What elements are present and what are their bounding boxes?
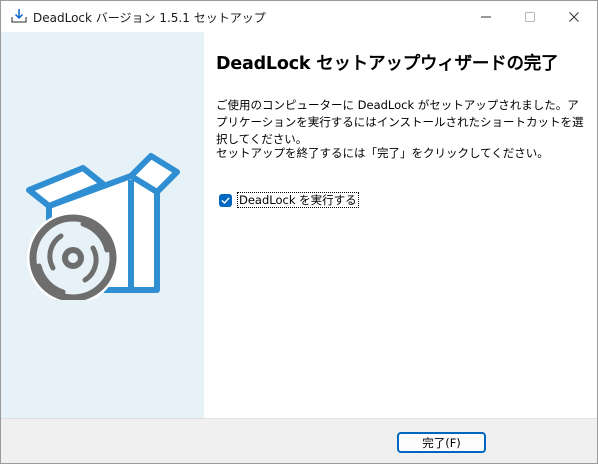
completion-message: ご使用のコンピューターに DeadLock がセットアップされました。アプリケー… bbox=[216, 98, 584, 146]
minimize-icon bbox=[481, 16, 491, 17]
button-bar: 完了(F) bbox=[1, 418, 597, 463]
software-box-disc-icon bbox=[26, 153, 180, 300]
page-title: DeadLock セットアップウィザードの完了 bbox=[216, 54, 559, 74]
finish-button[interactable]: 完了(F) bbox=[397, 432, 486, 453]
wizard-side-panel bbox=[1, 32, 204, 418]
window-title: DeadLock バージョン 1.5.1 セットアップ bbox=[33, 11, 266, 25]
run-app-checkbox[interactable] bbox=[219, 193, 232, 207]
close-button[interactable] bbox=[551, 1, 597, 32]
run-app-label[interactable]: DeadLock を実行する bbox=[237, 192, 359, 208]
maximize-button[interactable] bbox=[507, 1, 553, 32]
setup-window: DeadLock バージョン 1.5.1 セットアップ DeadLock セット… bbox=[0, 0, 598, 464]
checkmark-icon bbox=[221, 197, 230, 204]
installer-icon bbox=[11, 8, 27, 24]
maximize-icon bbox=[525, 11, 535, 22]
finish-instruction: セットアップを終了するには「完了」をクリックしてください。 bbox=[216, 146, 549, 160]
minimize-button[interactable] bbox=[463, 1, 509, 32]
title-bar: DeadLock バージョン 1.5.1 セットアップ bbox=[1, 1, 597, 32]
close-icon bbox=[569, 11, 579, 22]
run-app-option[interactable]: DeadLock を実行する bbox=[219, 192, 359, 208]
wizard-content: DeadLock セットアップウィザードの完了 ご使用のコンピューターに Dea… bbox=[204, 32, 597, 418]
